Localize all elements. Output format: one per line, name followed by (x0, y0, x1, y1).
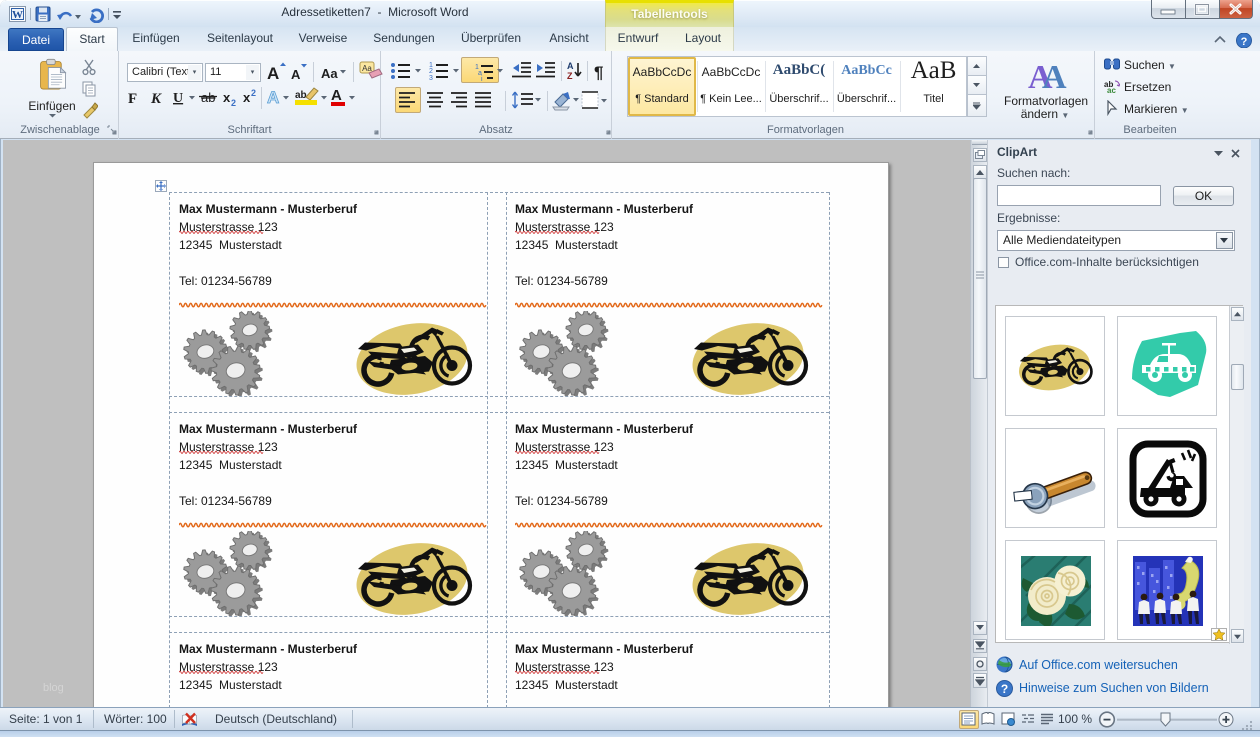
svg-text:¶: ¶ (594, 63, 603, 82)
svg-text:Aa: Aa (362, 64, 372, 73)
svg-text:A: A (291, 67, 301, 82)
svg-text:F: F (128, 91, 137, 107)
svg-text:A: A (1042, 59, 1067, 93)
svg-text:i: i (481, 76, 483, 82)
svg-text:ab: ab (201, 90, 215, 105)
svg-text:U: U (173, 91, 183, 106)
svg-text:2: 2 (429, 68, 433, 75)
svg-text:?: ? (1001, 682, 1008, 696)
svg-text:ac: ac (1107, 86, 1116, 93)
svg-text:A: A (567, 61, 574, 71)
svg-text:A: A (267, 64, 279, 83)
svg-text:K: K (150, 91, 162, 107)
svg-text:A: A (331, 87, 342, 104)
svg-text:x: x (243, 90, 251, 105)
svg-text:2: 2 (231, 98, 236, 108)
svg-text:2: 2 (251, 88, 256, 98)
svg-text:Z: Z (567, 71, 573, 81)
svg-text:x: x (223, 90, 231, 105)
svg-text:3: 3 (429, 75, 433, 82)
svg-text:W: W (12, 9, 23, 21)
svg-text:ab: ab (295, 90, 307, 101)
svg-text:?: ? (1241, 36, 1248, 48)
svg-text:A: A (267, 88, 279, 107)
svg-text:Aa: Aa (321, 66, 338, 81)
